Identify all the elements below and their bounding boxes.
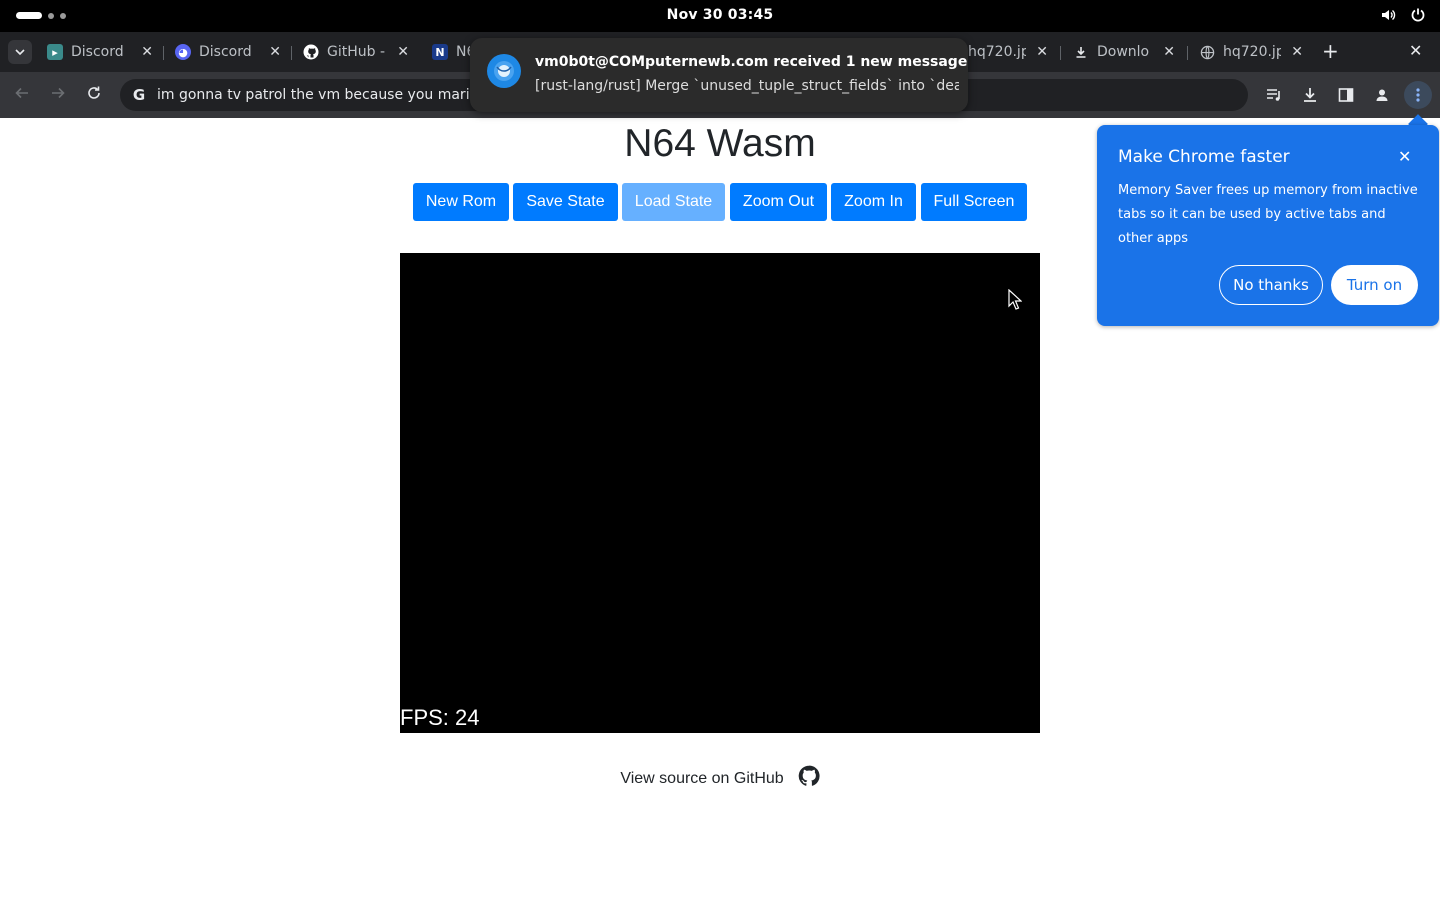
window-close-icon[interactable]: ✕ — [1409, 41, 1422, 60]
address-bar-text[interactable]: im gonna tv patrol the vm because you ma… — [157, 87, 487, 103]
tab-title: Downlo — [1097, 44, 1150, 60]
mouse-cursor-icon — [1008, 289, 1022, 310]
tab-divider — [291, 46, 292, 60]
tab-search-button[interactable] — [8, 40, 32, 64]
chevron-down-icon — [15, 49, 25, 56]
chrome-menu-button[interactable] — [1404, 81, 1432, 109]
thunderbird-icon — [487, 54, 521, 88]
discord-icon: ◕ — [175, 44, 191, 60]
tab-title: Discord — [71, 44, 124, 60]
tab-title: hq720.jp — [1223, 44, 1281, 60]
tab-divider — [1187, 46, 1188, 60]
load-state-button[interactable]: Load State — [622, 183, 725, 221]
forward-arrow-icon[interactable] — [50, 85, 66, 104]
new-tab-plus-icon[interactable]: + — [1322, 41, 1339, 61]
view-source-link-row[interactable]: View source on GitHub — [0, 765, 1440, 792]
close-icon[interactable]: ✕ — [269, 44, 281, 60]
zoom-in-button[interactable]: Zoom In — [831, 183, 916, 221]
tab-hq720-1[interactable]: hq720.jp ✕ — [968, 38, 1048, 66]
github-icon — [303, 44, 319, 60]
tab-discord-2[interactable]: ◕ Discord ✕ — [175, 38, 281, 66]
tab-n64-active[interactable]: N N6 — [432, 38, 470, 66]
full-screen-button[interactable]: Full Screen — [921, 183, 1027, 221]
turn-on-button[interactable]: Turn on — [1331, 265, 1418, 305]
notification-title: vm0b0t@COMputernewb.com received 1 new m… — [535, 54, 968, 70]
notification-body: [rust-lang/rust] Merge `unused_tuple_str… — [535, 78, 959, 94]
system-clock[interactable]: Nov 30 03:45 — [0, 7, 1440, 23]
tab-title: GitHub - — [327, 44, 386, 60]
tab-title: hq720.jp — [968, 44, 1026, 60]
power-icon[interactable] — [1410, 7, 1426, 23]
no-thanks-button[interactable]: No thanks — [1219, 265, 1323, 305]
save-state-button[interactable]: Save State — [513, 183, 618, 221]
close-icon[interactable]: ✕ — [397, 44, 409, 60]
side-panel-icon[interactable] — [1336, 85, 1356, 105]
three-dots-vertical-icon — [1416, 88, 1420, 102]
close-icon[interactable]: ✕ — [1163, 44, 1175, 60]
emulator-canvas[interactable]: FPS: 24 — [400, 253, 1040, 733]
n-icon: N — [432, 44, 448, 60]
zoom-out-button[interactable]: Zoom Out — [730, 183, 827, 221]
view-source-link[interactable]: View source on GitHub — [620, 770, 783, 788]
close-icon[interactable]: ✕ — [141, 44, 153, 60]
github-icon[interactable] — [798, 765, 820, 792]
volume-icon[interactable] — [1380, 7, 1396, 23]
close-icon[interactable]: ✕ — [1036, 44, 1048, 60]
google-g-icon: G — [132, 86, 146, 104]
profile-icon[interactable] — [1372, 85, 1392, 105]
tab-title: Discord — [199, 44, 252, 60]
promo-body: Memory Saver frees up memory from inacti… — [1118, 183, 1418, 246]
back-arrow-icon[interactable] — [14, 85, 30, 104]
tab-divider — [1060, 46, 1061, 60]
tab-github[interactable]: GitHub - ✕ — [303, 38, 409, 66]
promo-title: Make Chrome faster — [1118, 147, 1290, 167]
tab-discord-1[interactable]: ▸ Discord ✕ — [47, 38, 153, 66]
new-rom-button[interactable]: New Rom — [413, 183, 509, 221]
tab-download[interactable]: Downlo ✕ — [1073, 38, 1175, 66]
discord-app-icon: ▸ — [47, 44, 63, 60]
reload-icon[interactable] — [86, 85, 102, 104]
globe-icon — [1199, 44, 1215, 60]
tab-divider — [163, 46, 164, 60]
tab-title: N6 — [456, 44, 470, 60]
system-top-bar: Nov 30 03:45 — [0, 0, 1440, 32]
media-queue-icon[interactable] — [1264, 85, 1284, 105]
tab-hq720-2[interactable]: hq720.jp ✕ — [1199, 38, 1303, 66]
download-icon — [1073, 44, 1089, 60]
system-notification[interactable]: vm0b0t@COMputernewb.com received 1 new m… — [470, 38, 968, 112]
close-icon[interactable]: ✕ — [1291, 44, 1303, 60]
download-icon[interactable] — [1300, 85, 1320, 105]
close-icon[interactable]: ✕ — [1398, 147, 1411, 166]
memory-saver-promo: Make Chrome faster ✕ Memory Saver frees … — [1097, 125, 1439, 326]
fps-counter: FPS: 24 — [400, 705, 480, 730]
